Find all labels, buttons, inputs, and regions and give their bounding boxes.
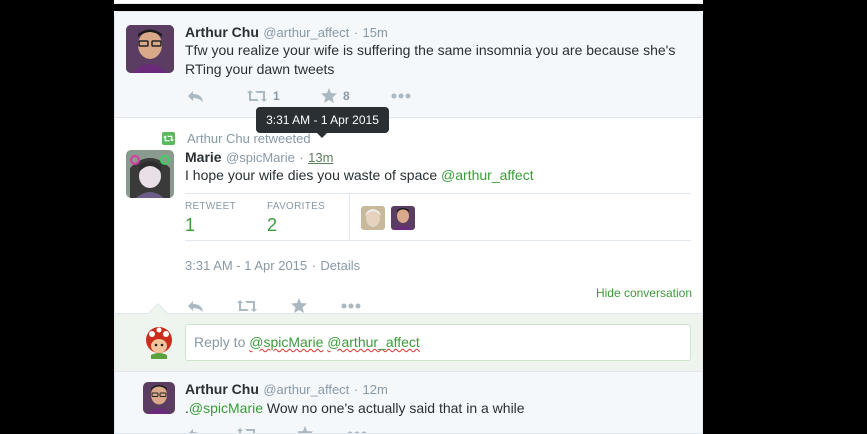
retweet-icon[interactable]: [237, 427, 297, 433]
avatar[interactable]: [126, 150, 174, 198]
tweet-arthur-2[interactable]: Arthur Chu @arthur_affect · 12m .@spicMa…: [115, 371, 702, 433]
retweet-stat-label: RETWEET: [185, 201, 236, 212]
more-icon[interactable]: [347, 431, 367, 433]
favoriter-avatar[interactable]: [361, 206, 385, 230]
retweeted-by[interactable]: Arthur Chu retweeted: [187, 131, 311, 146]
tweet-text: Wow no one's actually said that in a whi…: [263, 400, 525, 416]
reply-icon[interactable]: [187, 89, 247, 103]
favorites-stat-label: FAVORITES: [267, 201, 326, 212]
separator: ·: [299, 150, 304, 165]
reply-area: Reply to @spicMarie @arthur_affect: [115, 303, 702, 371]
reply-mention: @spicMarie: [249, 334, 324, 350]
author-handle[interactable]: @arthur_affect: [263, 382, 349, 397]
tweet-marie-expanded[interactable]: Arthur Chu retweeted Marie @spicMarie · …: [115, 117, 702, 313]
user-avatar: [142, 325, 176, 359]
tweet-stats: RETWEET 1 FAVORITES 2: [185, 193, 691, 241]
retweet-icon[interactable]: [247, 89, 267, 103]
reply-input[interactable]: Reply to @spicMarie @arthur_affect: [185, 324, 691, 361]
retweet-count: 1: [273, 88, 280, 103]
separator: ·: [311, 258, 316, 273]
separator: ·: [353, 382, 359, 397]
retweet-action[interactable]: 1: [247, 89, 321, 103]
star-icon[interactable]: [321, 88, 337, 103]
author-name[interactable]: Arthur Chu: [185, 381, 259, 397]
stats-divider: [349, 194, 350, 240]
separator: ·: [353, 25, 359, 40]
favorite-action[interactable]: 8: [321, 88, 391, 103]
avatar[interactable]: [126, 25, 174, 73]
timestamp-tooltip: 3:31 AM - 1 Apr 2015: [256, 107, 389, 138]
mention-link[interactable]: @arthur_affect: [441, 167, 534, 183]
timestamp-link[interactable]: 13m: [308, 150, 333, 165]
author-handle[interactable]: @spicMarie: [226, 150, 295, 165]
more-icon[interactable]: [341, 303, 361, 309]
star-icon[interactable]: [297, 426, 347, 433]
mention-link[interactable]: @spicMarie: [189, 400, 263, 416]
reply-placeholder: Reply to: [194, 334, 250, 350]
reply-icon[interactable]: [187, 299, 237, 313]
timestamp-link[interactable]: 12m: [363, 382, 388, 397]
more-icon[interactable]: [391, 93, 411, 99]
favorite-count: 8: [343, 88, 350, 103]
conversation-module: Arthur Chu @arthur_affect · 15m Tfw you …: [114, 11, 703, 434]
reply-mention: @arthur_affect: [327, 334, 420, 350]
star-icon[interactable]: [291, 298, 341, 313]
tweet-text: I hope your wife dies you waste of space: [185, 167, 442, 183]
favorites-stat-value[interactable]: 2: [267, 215, 277, 236]
author-name[interactable]: Marie: [185, 149, 222, 165]
tweet-arthur-1[interactable]: Arthur Chu @arthur_affect · 15m Tfw you …: [115, 12, 702, 117]
retweeted-icon: [162, 132, 175, 145]
author-name[interactable]: Arthur Chu: [185, 24, 259, 40]
favoriter-avatar[interactable]: [391, 206, 415, 230]
retweet-stat-value[interactable]: 1: [185, 215, 195, 236]
hide-conversation-link[interactable]: Hide conversation: [596, 286, 692, 300]
full-timestamp: 3:31 AM - 1 Apr 2015: [185, 258, 308, 273]
author-handle[interactable]: @arthur_affect: [263, 25, 349, 40]
avatar[interactable]: [143, 382, 175, 414]
timestamp-link[interactable]: 15m: [363, 25, 388, 40]
stream-gap: [114, 4, 703, 11]
details-link[interactable]: Details: [320, 258, 360, 273]
timeline-stream: Arthur Chu @arthur_affect · 15m Tfw you …: [114, 0, 703, 434]
tweet-text: Tfw you realize your wife is suffering t…: [185, 42, 676, 77]
reply-icon[interactable]: [187, 427, 237, 433]
retweet-icon[interactable]: [237, 299, 291, 313]
